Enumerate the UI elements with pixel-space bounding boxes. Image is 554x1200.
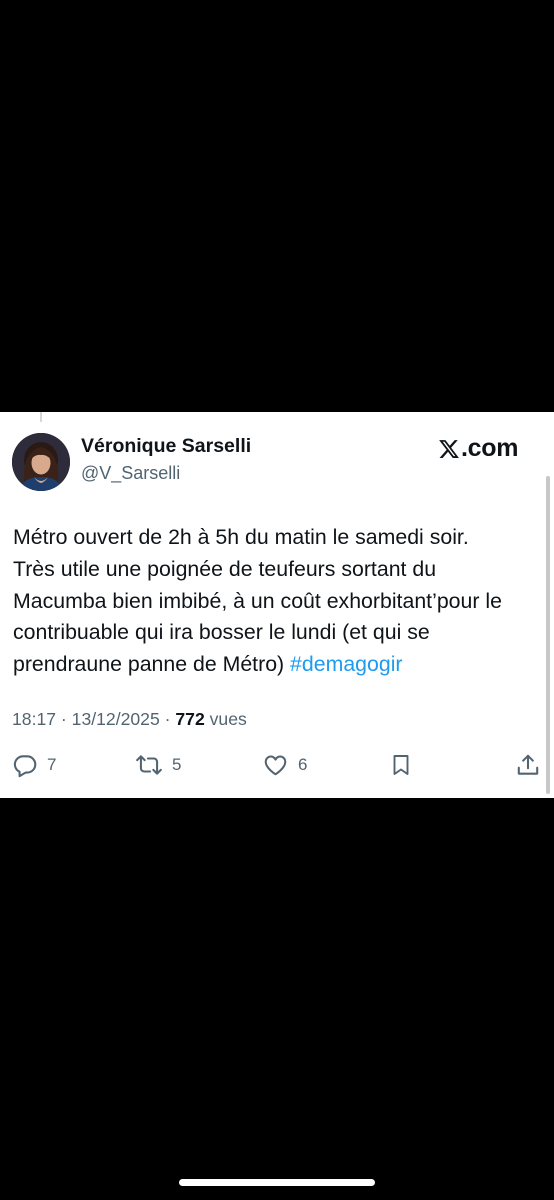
views-count: 772 — [175, 709, 205, 729]
bookmark-icon — [389, 752, 413, 778]
like-icon — [262, 752, 289, 778]
tweet-date[interactable]: 13/12/2025 — [72, 709, 160, 729]
reply-icon — [12, 752, 38, 778]
x-brand: .com — [438, 434, 518, 463]
tweet-text-line: contribuable qui ira bosser le lundi (et… — [13, 620, 430, 645]
author-name[interactable]: Véronique Sarselli — [81, 435, 251, 458]
tweet-meta: 18:17 · 13/12/2025 · 772 vues — [12, 709, 247, 730]
tweet-text-line: prendraune panne de Métro) #demagogir — [13, 649, 543, 681]
action-bar: 7 5 6 — [0, 750, 554, 780]
like-button[interactable]: 6 — [262, 750, 307, 780]
like-count: 6 — [298, 755, 308, 774]
scrollbar[interactable] — [546, 476, 550, 794]
thread-line — [40, 412, 42, 422]
tweet-text: Métro ouvert de 2h à 5h du matin le same… — [13, 522, 543, 681]
repost-count: 5 — [172, 755, 182, 774]
hashtag-link[interactable]: #demagogir — [290, 652, 402, 676]
x-logo-icon — [438, 438, 460, 460]
repost-icon — [135, 752, 163, 778]
reply-button[interactable]: 7 — [12, 750, 56, 780]
views-label: vues — [204, 709, 247, 729]
tweet-text-line: Très utile une poignée de teufeurs sorta… — [13, 556, 437, 581]
repost-button[interactable]: 5 — [135, 750, 181, 780]
home-indicator[interactable] — [179, 1179, 375, 1186]
tweet-text-segment: prendraune panne de Métro) — [13, 652, 291, 677]
meta-separator: · — [56, 709, 72, 729]
share-icon — [515, 752, 541, 778]
author-handle[interactable]: @V_Sarselli — [81, 463, 180, 484]
avatar[interactable] — [12, 433, 70, 491]
brand-domain: .com — [461, 434, 519, 462]
reply-count: 7 — [47, 755, 57, 774]
tweet-card[interactable]: Véronique Sarselli @V_Sarselli .com Métr… — [0, 412, 554, 798]
share-button[interactable] — [515, 750, 541, 780]
tweet-text-line: Macumba bien imbibé, à un coût exhorbita… — [13, 588, 502, 613]
meta-separator: · — [159, 709, 176, 729]
tweet-text-line: Métro ouvert de 2h à 5h du matin le same… — [13, 525, 469, 549]
bookmark-button[interactable] — [389, 750, 413, 780]
tweet-time[interactable]: 18:17 — [12, 709, 56, 729]
